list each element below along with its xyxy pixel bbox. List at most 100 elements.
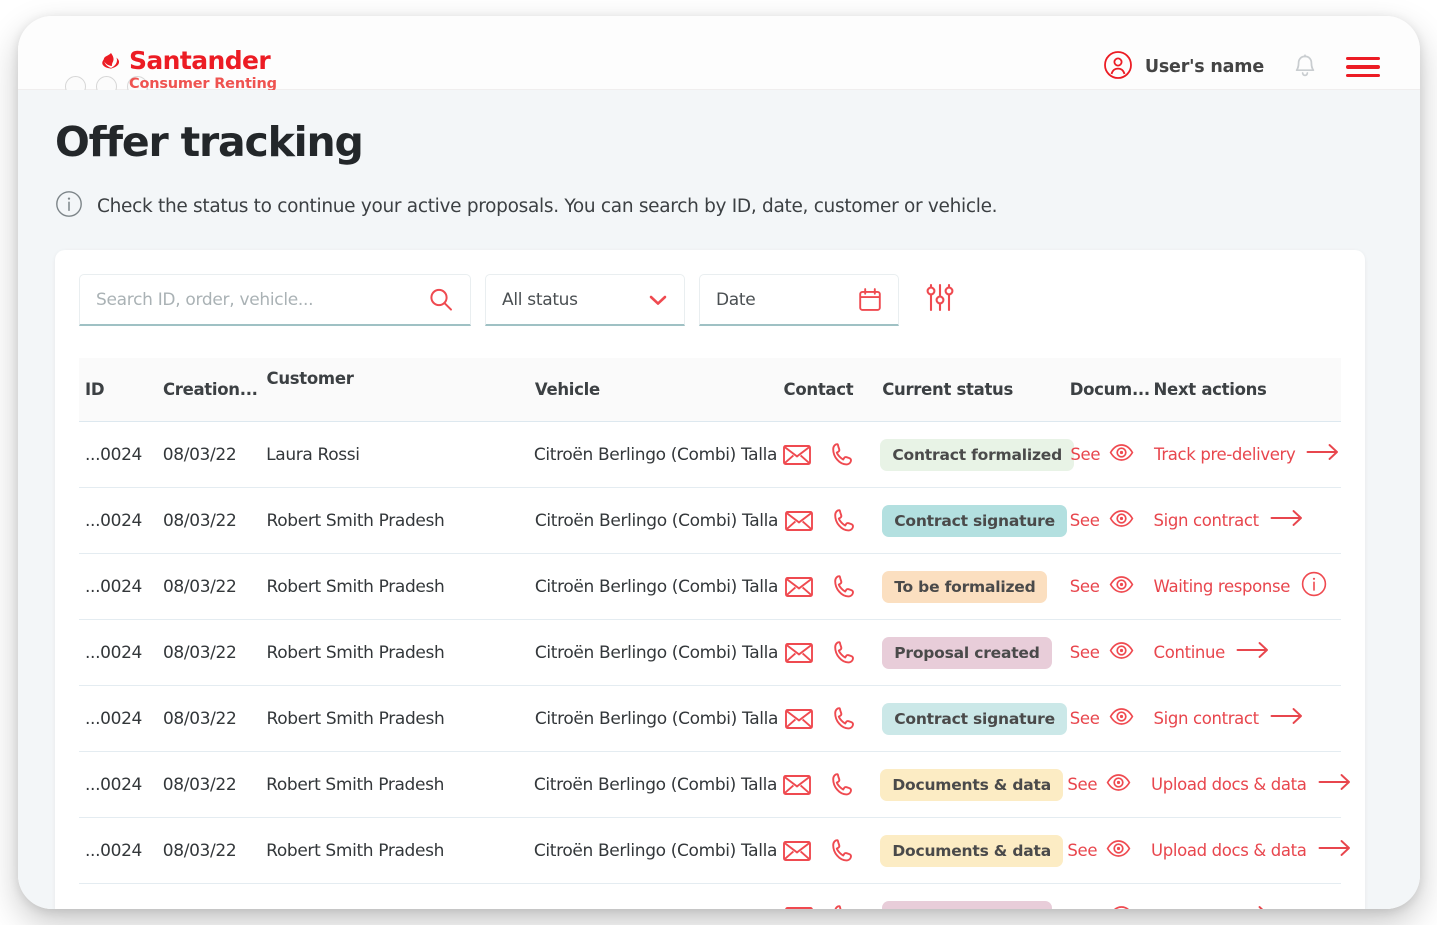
envelope-icon[interactable] [784,575,814,599]
cell-vehicle: Citroën Berlingo (Combi) Talla M [534,642,784,663]
column-header-creation: Creation... [162,380,258,399]
cell-documents[interactable]: See [1070,641,1154,665]
search-input[interactable] [96,289,454,310]
cell-documents[interactable]: See [1070,707,1154,731]
phone-icon[interactable] [830,573,857,601]
filter-sliders-icon[interactable] [923,282,957,314]
arrow-right-icon[interactable] [1236,905,1270,909]
eye-icon[interactable] [1109,575,1134,599]
table-row[interactable]: ...0024 08/03/22 Robert Smith Pradesh Ci… [79,752,1350,818]
envelope-icon[interactable] [782,443,812,467]
arrow-right-icon[interactable] [1236,641,1270,664]
phone-icon[interactable] [828,837,855,865]
envelope-icon[interactable] [784,641,814,665]
cell-vehicle: Citroën Berlingo (Combi) Talla M [535,907,784,910]
cell-next-action[interactable]: Upload docs & data [1151,773,1350,796]
eye-icon[interactable] [1109,641,1134,665]
cell-current-status: Proposal created [882,900,1069,909]
cell-contact [784,573,883,601]
status-badge: Documents & data [880,768,1063,801]
cell-contact [784,903,883,909]
cell-customer: Robert Smith Pradesh [266,708,445,729]
santander-flame-icon [100,52,122,70]
arrow-right-icon[interactable] [1318,839,1352,862]
table-header-row: ID Creation... Customer Vehicle Contact … [79,358,1341,422]
eye-icon[interactable] [1109,905,1134,909]
cell-next-action[interactable]: Track pre-delivery [1154,443,1341,466]
cell-documents[interactable]: See [1070,443,1154,467]
column-header-vehicle: Vehicle [534,380,600,399]
cell-documents[interactable]: See [1070,575,1154,599]
date-filter-field[interactable]: Date [699,274,899,326]
arrow-right-icon[interactable] [1270,707,1304,730]
next-action-label: Upload docs & data [1151,841,1307,860]
next-action-label: Sign contract [1153,709,1260,728]
cell-contact [782,771,880,799]
info-circle-icon[interactable] [1301,571,1327,602]
user-menu[interactable]: User's name [1103,50,1264,84]
cell-next-action[interactable]: Sign contract [1154,707,1341,730]
cell-id: ...0024 [79,907,163,910]
table-row[interactable]: ...0024 08/03/22 Robert Smith Pradesh Ci… [79,818,1350,884]
arrow-right-icon[interactable] [1270,509,1304,532]
cell-creation-date: 08/03/22 [162,444,237,465]
cell-contact [784,705,883,733]
cell-next-action[interactable]: Waiting response [1154,571,1341,602]
see-documents-label: See [1070,907,1100,909]
phone-icon[interactable] [830,507,857,535]
cell-next-action[interactable]: Upload docs & data [1151,839,1350,862]
cell-vehicle: Citroën Berlingo (Combi) Talla M [533,444,782,465]
table-row[interactable]: ...0024 08/03/22 Robert Smith Pradesh Ci… [79,488,1341,554]
cell-current-status: Contract formalized [880,438,1075,471]
cell-next-action[interactable]: Continue [1154,641,1341,664]
eye-icon[interactable] [1109,443,1134,467]
filter-bar: All status Date [79,274,957,326]
next-action-label: Track pre-delivery [1154,445,1296,464]
status-badge: Proposal created [882,900,1052,909]
table-row[interactable]: ...0024 08/03/22 Robert Smith Pradesh Ci… [79,884,1341,909]
calendar-icon[interactable] [857,286,883,313]
phone-icon[interactable] [828,771,855,799]
phone-icon[interactable] [830,639,857,667]
next-action-label: Upload docs & data [1151,775,1307,794]
eye-icon[interactable] [1109,707,1134,731]
cell-customer: Laura Rossi [266,444,360,465]
arrow-right-icon[interactable] [1306,443,1340,466]
table-row[interactable]: ...0024 08/03/22 Laura Rossi Citroën Ber… [79,422,1341,488]
eye-icon[interactable] [1106,839,1131,863]
status-badge: Contract signature [882,702,1067,735]
arrow-right-icon[interactable] [1318,773,1352,796]
header-actions: User's name [1103,50,1380,84]
phone-icon[interactable] [828,441,855,469]
eye-icon[interactable] [1106,773,1131,797]
cell-next-action[interactable]: Continue [1154,905,1341,909]
cell-customer: Robert Smith Pradesh [266,510,445,531]
cell-documents[interactable]: See [1067,839,1151,863]
table-row[interactable]: ...0024 08/03/22 Robert Smith Pradesh Ci… [79,620,1341,686]
bell-icon[interactable] [1292,53,1318,81]
envelope-icon[interactable] [784,707,814,731]
status-badge: Contract formalized [880,438,1075,471]
cell-next-action[interactable]: Sign contract [1154,509,1341,532]
chevron-down-icon[interactable] [647,292,669,308]
eye-icon[interactable] [1109,509,1134,533]
cell-documents[interactable]: See [1070,905,1154,909]
envelope-icon[interactable] [782,839,812,863]
cell-documents[interactable]: See [1067,773,1151,797]
table-row[interactable]: ...0024 08/03/22 Robert Smith Pradesh Ci… [79,686,1341,752]
page-description: Check the status to continue your active… [55,190,998,222]
search-icon[interactable] [427,286,455,314]
phone-icon[interactable] [830,903,857,909]
envelope-icon[interactable] [782,773,812,797]
table-row[interactable]: ...0024 08/03/22 Robert Smith Pradesh Ci… [79,554,1341,620]
phone-icon[interactable] [830,705,857,733]
hamburger-menu-icon[interactable] [1346,56,1380,78]
brand-logo[interactable]: Santander Consumer Renting [100,48,277,92]
cell-vehicle: Citroën Berlingo (Combi) Talla M [534,708,784,729]
envelope-icon[interactable] [784,509,814,533]
search-field[interactable] [79,274,471,326]
offer-tracking-card: All status Date [55,250,1365,909]
cell-documents[interactable]: See [1070,509,1154,533]
envelope-icon[interactable] [784,905,814,909]
status-filter-select[interactable]: All status [485,274,685,326]
